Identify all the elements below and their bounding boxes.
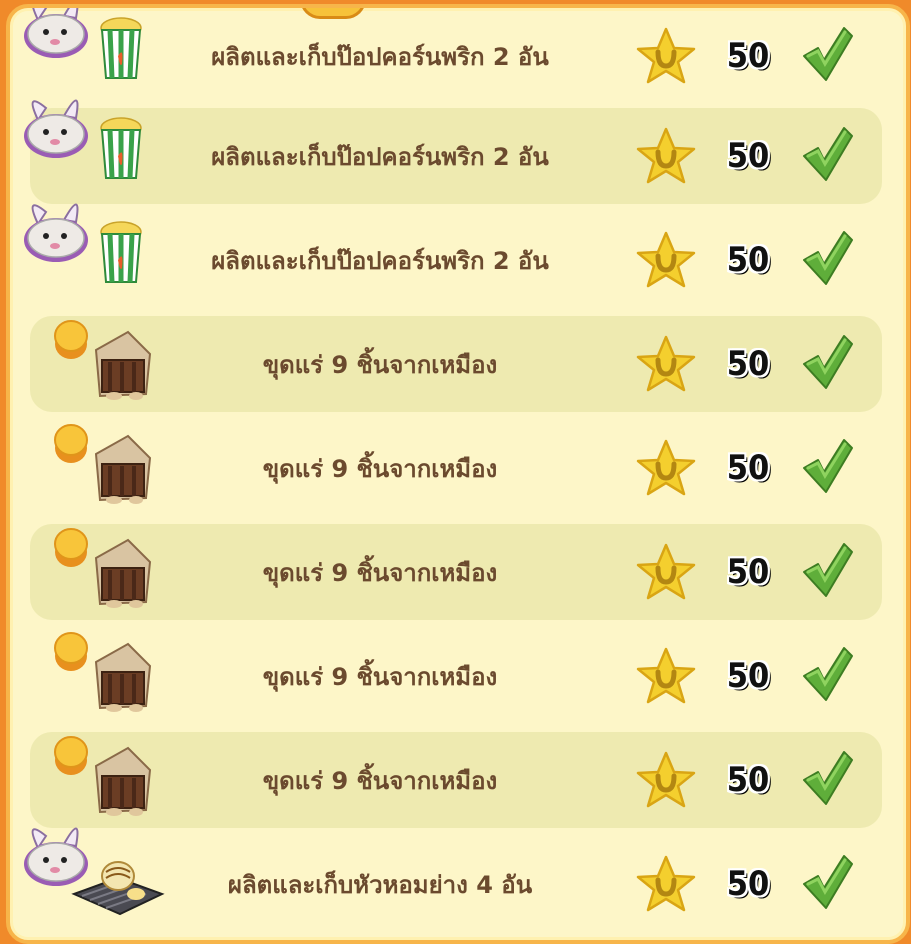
task-label: ผลิตและเก็บหัวหอมย่าง 4 อัน [227,870,533,899]
checkmark-icon [800,228,854,288]
star-icon [635,438,697,498]
task-row: ผลิตและเก็บหัวหอมย่าง 4 อัน 50 [24,827,882,932]
checkmark-icon [800,332,854,392]
coin-icon [52,316,90,362]
reward-value: 50 [726,344,770,384]
task-row: ผลิตและเก็บป๊อปคอร์นพริก 2 อัน 50 [24,8,882,104]
popcorn-icon [98,116,144,180]
task-label: ขุดแร่ 9 ชิ้นจากเหมือง [262,454,498,483]
reward-value: 50 [726,36,770,76]
coin-icon [52,628,90,674]
mine-icon [92,434,154,506]
task-label: ผลิตและเก็บป๊อปคอร์นพริก 2 อัน [211,42,549,71]
task-label: ขุดแร่ 9 ชิ้นจากเหมือง [262,350,498,379]
star-icon [635,750,697,810]
task-row: ผลิตและเก็บป๊อปคอร์นพริก 2 อัน 50 [24,203,882,308]
task-row: ขุดแร่ 9 ชิ้นจากเหมือง 50 [30,732,882,828]
grilled-onion-icon [70,854,166,924]
checkmark-icon [800,644,854,704]
task-label: ขุดแร่ 9 ชิ้นจากเหมือง [262,766,498,795]
coin-icon [52,524,90,570]
coin-icon [52,732,90,778]
star-icon [635,646,697,706]
task-label: ขุดแร่ 9 ชิ้นจากเหมือง [262,558,498,587]
star-icon [635,854,697,914]
task-label: ผลิตและเก็บป๊อปคอร์นพริก 2 อัน [211,142,549,171]
checkmark-icon [800,852,854,912]
popcorn-icon [98,16,144,80]
task-row: ขุดแร่ 9 ชิ้นจากเหมือง 50 [30,316,882,412]
checkmark-icon [800,24,854,84]
mine-icon [92,642,154,714]
star-icon [635,230,697,290]
checkmark-icon [800,124,854,184]
checkmark-icon [800,748,854,808]
reward-value: 50 [726,448,770,488]
star-icon [635,542,697,602]
task-label: ผลิตและเก็บป๊อปคอร์นพริก 2 อัน [211,246,549,275]
popcorn-icon [98,220,144,284]
star-icon [635,334,697,394]
task-panel: ผลิตและเก็บป๊อปคอร์นพริก 2 อัน 50 ผลิตแล… [6,4,910,944]
checkmark-icon [800,540,854,600]
coin-icon [52,420,90,466]
task-row: ขุดแร่ 9 ชิ้นจากเหมือง 50 [30,628,882,724]
rabbit-icon [16,194,102,274]
task-row: ผลิตและเก็บป๊อปคอร์นพริก 2 อัน 50 [24,99,882,204]
task-label: ขุดแร่ 9 ชิ้นจากเหมือง [262,662,498,691]
reward-value: 50 [726,656,770,696]
rabbit-icon [16,90,102,170]
task-row: ขุดแร่ 9 ชิ้นจากเหมือง 50 [30,420,882,516]
rabbit-icon [16,8,102,70]
mine-icon [92,330,154,402]
reward-value: 50 [726,864,770,904]
reward-value: 50 [726,240,770,280]
star-icon [635,126,697,186]
checkmark-icon [800,436,854,496]
mine-icon [92,538,154,610]
reward-value: 50 [726,136,770,176]
reward-value: 50 [726,760,770,800]
star-icon [635,26,697,86]
reward-value: 50 [726,552,770,592]
task-row: ขุดแร่ 9 ชิ้นจากเหมือง 50 [30,524,882,620]
mine-icon [92,746,154,818]
